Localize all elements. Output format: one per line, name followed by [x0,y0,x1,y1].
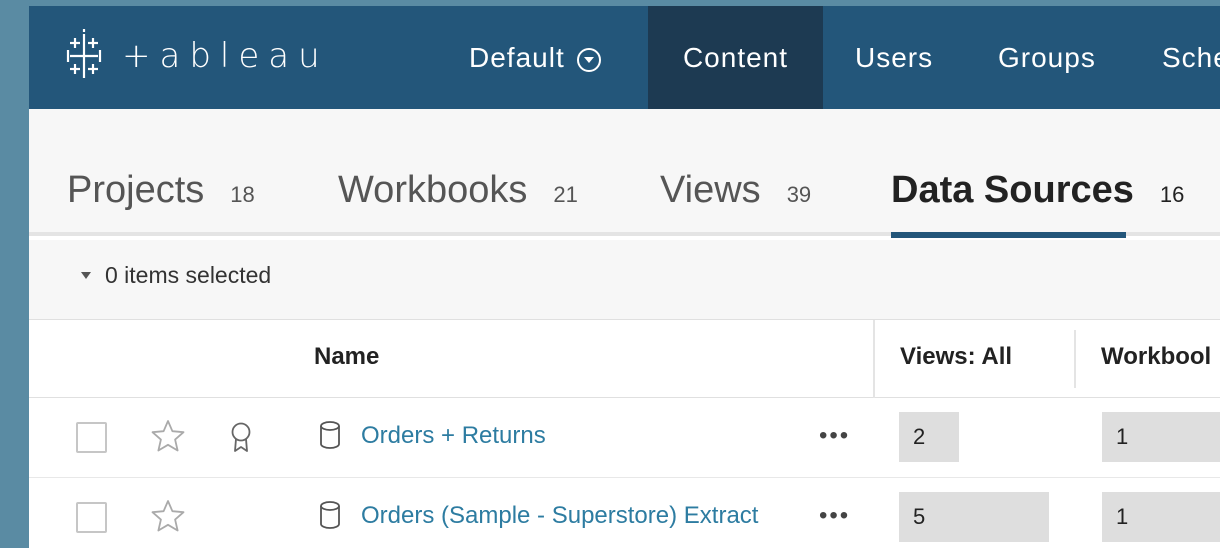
table-row[interactable]: Orders (Sample - Superstore) Extract •••… [29,478,1220,548]
workbooks-count: 1 [1102,492,1220,542]
site-selector[interactable]: Default [469,6,601,109]
logo-text: +ableau [122,36,329,76]
selection-bar: 0 items selected [29,240,1220,320]
database-icon [320,501,340,529]
nav-users-label: Users [855,41,934,73]
workbooks-count: 1 [1102,412,1220,462]
tab-label: Data Sources [891,169,1134,211]
selection-dropdown[interactable]: 0 items selected [105,262,271,289]
tab-label: Projects [67,169,205,211]
active-tab-indicator [891,232,1126,238]
table-row[interactable]: Orders + Returns ••• 2 1 [29,398,1220,478]
tab-count: 18 [230,182,255,207]
tableau-logo-icon [66,29,102,78]
chevron-circle-down-icon [576,47,601,72]
tab-count: 21 [553,182,578,207]
tab-projects[interactable]: Projects 18 [67,169,255,219]
content-tabs: Projects 18 Workbooks 21 Views 39 Data S… [29,109,1220,238]
views-count-bar: 2 [899,412,959,462]
nav-content-label: Content [682,41,789,73]
column-header-views[interactable]: Views: All [900,343,1012,371]
tab-views[interactable]: Views 39 [660,169,811,219]
row-checkbox[interactable] [76,422,107,453]
column-header-name[interactable]: Name [314,343,379,371]
nav-groups-label: Groups [998,41,1096,73]
nav-content[interactable]: Content [648,6,823,109]
tableau-logo[interactable]: +ableau [66,28,329,84]
tab-count: 39 [786,182,812,207]
views-count-bar: 5 [899,492,1049,542]
table-header: Name Views: All Workbool [29,320,1220,398]
data-source-link[interactable]: Orders (Sample - Superstore) Extract [361,502,758,530]
more-actions-button[interactable]: ••• [819,502,850,530]
tab-data-sources[interactable]: Data Sources 16 [891,169,1184,219]
nav-groups[interactable]: Groups [998,6,1096,109]
top-nav: +ableau Default Content Users Groups Sch… [29,6,1220,109]
caret-down-icon[interactable] [81,272,91,279]
nav-schedules-label: Sche [1162,41,1220,73]
more-actions-button[interactable]: ••• [819,422,850,450]
star-icon[interactable] [150,418,186,454]
app-window: +ableau Default Content Users Groups Sch… [29,6,1220,548]
site-selector-label: Default [469,41,565,73]
tab-count: 16 [1159,182,1185,207]
column-divider [873,320,875,398]
nav-schedules[interactable]: Sche [1162,6,1220,109]
certified-badge-icon [231,422,251,452]
database-icon [320,421,340,449]
column-divider [1074,330,1076,388]
row-checkbox[interactable] [76,502,107,533]
nav-users[interactable]: Users [855,6,933,109]
star-icon[interactable] [150,498,186,534]
tab-label: Workbooks [338,169,528,211]
data-source-link[interactable]: Orders + Returns [361,422,546,450]
column-header-workbooks[interactable]: Workbool [1101,343,1211,371]
tab-workbooks[interactable]: Workbooks 21 [338,169,578,219]
tab-label: Views [660,169,761,211]
